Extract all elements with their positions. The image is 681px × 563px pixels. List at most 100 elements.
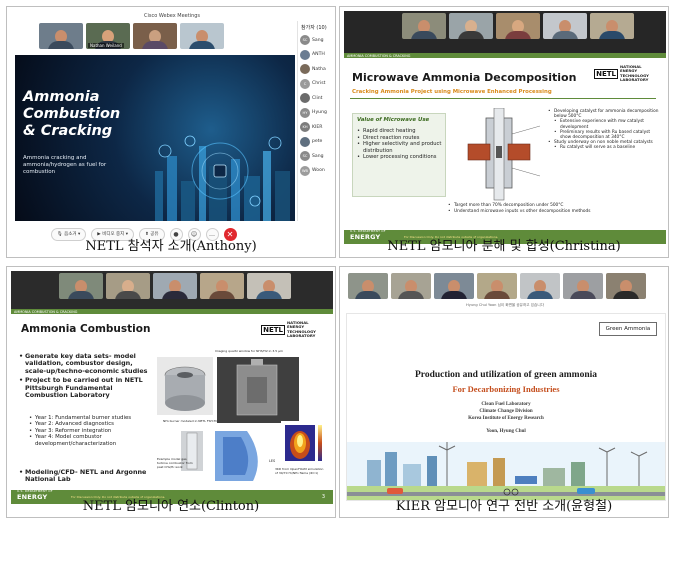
video-thumb[interactable] — [434, 273, 474, 299]
division-name: Climate Change Division — [479, 409, 533, 414]
institute-name: Korea Institute of Energy Research — [468, 416, 544, 421]
video-thumb[interactable] — [391, 273, 431, 299]
flame-heatmap — [281, 421, 327, 467]
netl-logo: NETL NATIONAL ENERGY TECHNOLOGY LABORATO… — [594, 64, 658, 83]
bullet: Developing catalyst for ammonia decompos… — [548, 109, 662, 119]
slide-bullets: Developing catalyst for ammonia decompos… — [548, 109, 662, 151]
slide-bullets-bottom: Modeling/CFD- NETL and Argonne National … — [19, 468, 154, 484]
participant-avatar: HY — [300, 107, 310, 118]
panel-yoon: Hyung Chul Yoon 님이 화면을 공유하고 있습니다 Green A… — [339, 266, 669, 518]
participant-avatar: WB — [300, 165, 310, 176]
participant-row[interactable]: SC Sang — [298, 149, 333, 164]
webex-window-c: AMMONIA COMBUSTION & CRACKING Ammonia Co… — [11, 271, 333, 504]
industrial-skyline-graphic — [155, 135, 290, 221]
video-thumb[interactable] — [496, 13, 540, 39]
participant-name: Sang — [312, 153, 324, 159]
video-thumb[interactable] — [606, 273, 646, 299]
participant-avatar: SC — [300, 151, 310, 162]
slide-subtitle: Cracking Ammonia Project using Microwave… — [352, 89, 552, 95]
bullet: Modeling/CFD- NETL and Argonne National … — [19, 468, 154, 484]
video-thumb[interactable] — [200, 273, 244, 299]
video-thumb[interactable] — [39, 23, 83, 49]
participant-row[interactable]: HY Hyung — [298, 106, 333, 121]
caption-c: NETL 암모니아 연소(Clinton) — [82, 499, 260, 514]
video-thumb[interactable] — [520, 273, 560, 299]
share-label: 공유 — [150, 231, 159, 237]
panel-christina: AMMONIA COMBUSTION & CRACKING Microwave … — [339, 6, 669, 258]
bullet: Extensive experience with mw catalyst de… — [554, 119, 662, 129]
slide-tag: AMMONIA COMBUSTION & CRACKING — [14, 310, 78, 314]
participant-avatar: KH — [300, 122, 310, 133]
video-thumbnails: Nathan Weiland — [39, 23, 224, 49]
window-title: Cisco Webex Meetings — [143, 13, 201, 19]
bullet: Generate key data sets- model validation… — [19, 352, 154, 375]
sub-bullet: Year 4: Model combustor development/char… — [29, 434, 154, 447]
participant-list: SC Sang ANTH Natha C Christ Clint HY Hyung KH KIER… — [298, 33, 333, 178]
participant-row[interactable]: SC Sang — [298, 33, 333, 48]
video-thumb[interactable] — [153, 273, 197, 299]
thumb-name: Nathan Weiland — [88, 43, 124, 48]
participant-row[interactable]: Natha — [298, 62, 333, 77]
participant-avatar — [300, 93, 310, 104]
burner-photo — [157, 357, 213, 415]
participant-avatar — [300, 136, 310, 147]
example-label: Example model gas turbine combustor from… — [157, 457, 193, 469]
participant-avatar — [300, 49, 310, 60]
participants-panel: 참가자 (10) SC Sang ANTH Natha C Christ Clint HY Hy… — [297, 21, 333, 221]
netl-logo-text: NATIONAL ENERGY TECHNOLOGY LABORATORY — [620, 64, 649, 83]
video-thumb[interactable] — [59, 273, 103, 299]
participant-row[interactable]: WB Woon — [298, 164, 333, 179]
participant-row[interactable]: pete — [298, 135, 333, 150]
shared-slide-c: AMMONIA COMBUSTION & CRACKING Ammonia Co… — [11, 309, 333, 504]
video-thumb[interactable] — [477, 273, 517, 299]
participant-name: Natha — [312, 66, 326, 72]
video-thumb[interactable] — [543, 13, 587, 39]
netl-logo-mark: NETL — [594, 68, 618, 79]
participant-row[interactable]: KH KIER — [298, 120, 333, 135]
slide-title: Production and utilization of green ammo… — [414, 370, 597, 380]
slide-subtitle: For Decarbonizing Industries — [452, 384, 560, 394]
video-thumb[interactable] — [133, 23, 177, 49]
slide-title: Microwave Ammonia Decomposition — [352, 71, 577, 84]
headline-line: Combustion — [23, 106, 121, 122]
video-thumb[interactable] — [247, 273, 291, 299]
video-thumb[interactable] — [348, 273, 388, 299]
screenshot-grid: Cisco Webex Meetings Nathan Weiland Ammo… — [0, 0, 681, 563]
participant-row[interactable]: C Christ — [298, 77, 333, 92]
video-thumb[interactable]: Nathan Weiland — [86, 23, 130, 49]
shared-slide-b: AMMONIA COMBUSTION & CRACKING Microwave … — [344, 53, 666, 244]
video-thumb[interactable] — [449, 13, 493, 39]
sharing-banner: Hyung Chul Yoon 님이 화면을 공유하고 있습니다 — [466, 303, 544, 307]
value-box-list: Rapid direct heating Direct reaction rou… — [357, 128, 443, 161]
video-thumbnails — [59, 273, 291, 299]
burner-schematic — [217, 357, 299, 423]
netl-logo-mark: NETL — [261, 324, 285, 335]
participant-row[interactable]: ANTH — [298, 48, 333, 63]
slide-sub-bullets: Year 1: Fundamental burner studies Year … — [29, 415, 154, 447]
lab-name: Clean Fuel Laboratory — [481, 402, 531, 407]
video-thumbnails — [402, 13, 634, 39]
video-thumb[interactable] — [106, 273, 150, 299]
panel-clinton: AMMONIA COMBUSTION & CRACKING Ammonia Co… — [6, 266, 336, 518]
value-item: Lower processing conditions — [357, 154, 443, 161]
participant-name: Christ — [312, 81, 326, 87]
shared-slide-d: Green Ammonia Production and utilization… — [346, 313, 666, 501]
video-thumb[interactable] — [563, 273, 603, 299]
slide-bullets: Generate key data sets- model validation… — [19, 352, 154, 399]
bullet: Preliminary results with Ru based cataly… — [554, 130, 662, 140]
slide-tag: AMMONIA COMBUSTION & CRACKING — [347, 54, 411, 58]
participant-row[interactable]: Clint — [298, 91, 333, 106]
video-label: 비디오 중지 — [102, 231, 125, 237]
panel-anthony: Cisco Webex Meetings Nathan Weiland Ammo… — [6, 6, 336, 258]
netl-logo-text: NATIONAL ENERGY TECHNOLOGY LABORATORY — [287, 320, 316, 339]
video-thumb[interactable] — [402, 13, 446, 39]
video-thumb[interactable] — [590, 13, 634, 39]
simulation-label: 3KD from OpenFOAM simulation of 30/70 H₂… — [275, 467, 324, 475]
video-thumb[interactable] — [180, 23, 224, 49]
value-item: Direct reaction routes — [357, 135, 443, 142]
webex-window-b: AMMONIA COMBUSTION & CRACKING Microwave … — [344, 11, 666, 244]
headline-line: Ammonia — [23, 89, 100, 105]
participant-name: ANTH — [312, 52, 325, 58]
bullet: Ru catalyst will serve as a baseline — [554, 145, 662, 150]
bullet: Understand microwave inputs vs other dec… — [448, 209, 658, 215]
